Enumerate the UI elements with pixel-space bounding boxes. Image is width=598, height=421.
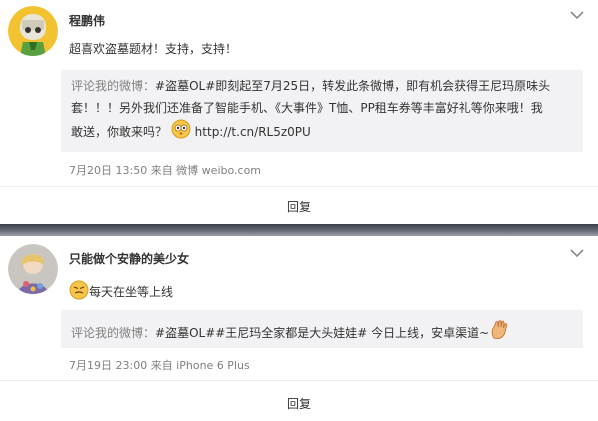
quote-text-line-2: 套！！！另外我们还准备了智能手机、《大事件》T恤、PP租车券等丰富好礼等你来哦！… bbox=[71, 101, 543, 115]
quote-text-line-3: 敢送，你敢来吗？ bbox=[71, 125, 168, 139]
divider bbox=[0, 186, 598, 187]
quoted-weibo[interactable]: 评论我的微博：#盗墓OL#即刻起至7月25日，转发此条微博，即有机会获得王尼玛原… bbox=[61, 70, 583, 152]
post-meta: 7月19日 23:00 来自 iPhone 6 Plus bbox=[69, 359, 250, 372]
author-name[interactable]: 程鹏伟 bbox=[69, 12, 105, 29]
divider bbox=[0, 380, 598, 381]
chevron-down-icon[interactable] bbox=[570, 5, 584, 20]
quoted-weibo[interactable]: 评论我的微博： #盗墓OL##王尼玛全家都是大头娃娃# 今日上线，安卓渠道~ bbox=[61, 310, 583, 348]
post-meta: 7月20日 13:50 来自 微博 weibo.com bbox=[69, 164, 262, 177]
comment-text: 每天在坐等上线 bbox=[89, 285, 174, 299]
waving-hand-emoji-icon bbox=[489, 318, 511, 347]
short-link[interactable]: http://t.cn/RL5z0PU bbox=[195, 125, 311, 139]
quote-prefix: 评论我的微博： bbox=[71, 79, 156, 93]
avatar[interactable] bbox=[8, 6, 58, 56]
comment-text: 超喜欢盗墓题材！支持，支持！ bbox=[69, 42, 238, 56]
comment-content: 每天在坐等上线 bbox=[69, 280, 173, 303]
quote-prefix: 评论我的微博： bbox=[71, 325, 156, 340]
wide-eyes-emoji-icon bbox=[171, 119, 191, 146]
annoyed-face-emoji-icon bbox=[69, 280, 89, 303]
quote-text: #盗墓OL##王尼玛全家都是大头娃娃# 今日上线，安卓渠道~ bbox=[155, 325, 490, 340]
chevron-down-icon[interactable] bbox=[570, 243, 584, 258]
section-divider-band bbox=[0, 224, 598, 236]
reply-button[interactable]: 回复 bbox=[0, 198, 598, 215]
avatar[interactable] bbox=[8, 244, 58, 294]
author-name[interactable]: 只能做个安静的美少女 bbox=[69, 250, 189, 267]
reply-button[interactable]: 回复 bbox=[0, 395, 598, 412]
quote-text-line-1: #盗墓OL#即刻起至7月25日，转发此条微博，即有机会获得王尼玛原味头 bbox=[155, 79, 551, 93]
